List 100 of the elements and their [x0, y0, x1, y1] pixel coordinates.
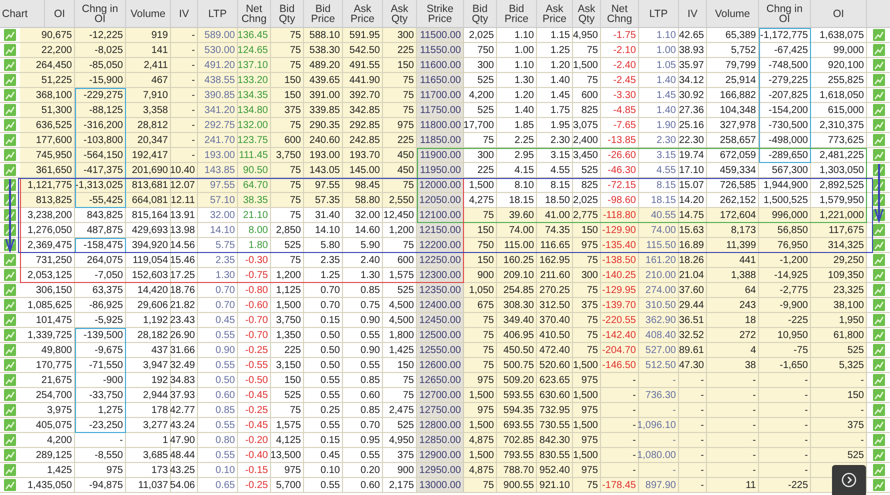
table-cell: 450 [383, 148, 417, 162]
table-cell: 31.66 [171, 343, 198, 357]
table-cell: 392.70 [343, 88, 383, 102]
table-cell: 341.20 [198, 103, 238, 117]
table-cell: 35.97 [679, 58, 707, 72]
table-cell: 439.65 [304, 73, 343, 87]
table-cell: 2,025 [573, 193, 601, 207]
table-cell: 375 [811, 418, 867, 432]
table-cell: 4,875 [464, 433, 497, 447]
table-cell: -8,025 [75, 43, 126, 57]
strike-price-cell: 11550.00 [417, 43, 464, 57]
table-cell: - [601, 373, 639, 387]
table-cell: 13.91 [171, 208, 198, 222]
table-cell: 172,604 [707, 208, 759, 222]
table-cell: 441.90 [343, 73, 383, 87]
table-cell: 21.04 [679, 268, 707, 282]
table-cell: 368,100 [20, 88, 75, 102]
table-cell: 43.25 [171, 463, 198, 477]
strike-price-cell: 12350.00 [417, 283, 464, 297]
table-cell: 23.43 [171, 313, 198, 327]
table-cell: 38.93 [679, 43, 707, 57]
table-cell: 664,081 [126, 193, 171, 207]
table-cell: 48.44 [171, 448, 198, 462]
table-cell: - [707, 433, 759, 447]
table-cell: 3,358 [126, 103, 171, 117]
table-cell: 225 [383, 133, 417, 147]
table-cell: 76,950 [759, 238, 811, 252]
table-cell: 254.85 [497, 283, 537, 297]
table-cell: 292.75 [198, 118, 238, 132]
table-cell: 47.90 [171, 433, 198, 447]
table-cell: 64 [707, 283, 759, 297]
table-cell: - [679, 388, 707, 402]
table-cell: - [601, 403, 639, 417]
strike-price-cell: 11700.00 [417, 88, 464, 102]
table-cell: 51,225 [20, 73, 75, 87]
table-cell: - [601, 433, 639, 447]
column-header: Ask Price [343, 0, 383, 27]
table-cell: 109,350 [811, 268, 867, 282]
table-cell: -142.40 [601, 328, 639, 342]
table-cell: -225 [759, 313, 811, 327]
table-cell: 21.82 [171, 298, 198, 312]
table-cell: 1,221,000 [811, 208, 867, 222]
table-cell: 736.30 [639, 388, 679, 402]
table-cell: 242.85 [343, 133, 383, 147]
table-cell: 1,050 [464, 283, 497, 297]
table-cell: 132.00 [238, 118, 271, 132]
table-cell: 26.90 [171, 328, 198, 342]
strike-price-cell: 11750.00 [417, 103, 464, 117]
strike-price-cell: 11900.00 [417, 148, 464, 162]
table-cell: 361,650 [20, 163, 75, 177]
table-cell: - [171, 73, 198, 87]
table-cell: 675 [464, 298, 497, 312]
table-cell: 13.98 [171, 223, 198, 237]
table-cell: 527.00 [639, 343, 679, 357]
table-cell: 243 [707, 298, 759, 312]
table-cell: -103,800 [75, 133, 126, 147]
table-cell: -1,200 [759, 253, 811, 267]
table-cell: 314,325 [811, 238, 867, 252]
table-cell: 3,450 [573, 148, 601, 162]
table-cell: 975 [383, 118, 417, 132]
table-cell: - [639, 403, 679, 417]
next-button[interactable] [832, 465, 866, 495]
strike-price-cell: 12850.00 [417, 433, 464, 447]
table-cell: 8,173 [707, 223, 759, 237]
table-cell: 75 [271, 178, 304, 192]
table-cell: - [171, 118, 198, 132]
table-cell: 813,825 [20, 193, 75, 207]
table-cell: 18 [707, 313, 759, 327]
column-header: Chart [0, 0, 45, 27]
chart-icon[interactable] [872, 239, 884, 251]
table-cell: -15,900 [75, 73, 126, 87]
table-cell: 13,500 [271, 448, 304, 462]
table-cell: 1,096.10 [639, 418, 679, 432]
table-cell: 29,250 [811, 253, 867, 267]
table-cell: 193.00 [198, 148, 238, 162]
table-cell: 58.80 [343, 193, 383, 207]
table-cell: 37.60 [679, 283, 707, 297]
strike-price-cell: 11600.00 [417, 58, 464, 72]
table-cell: 161.20 [639, 253, 679, 267]
table-cell: 61,800 [811, 328, 867, 342]
table-cell: -55,425 [75, 193, 126, 207]
column-header: IV [679, 0, 707, 27]
strike-price-cell: 11800.00 [417, 118, 464, 132]
table-cell: 75 [383, 73, 417, 87]
column-header: Chng in OI [759, 0, 811, 27]
table-cell: - [679, 463, 707, 477]
table-cell: - [601, 448, 639, 462]
chart-icon[interactable] [872, 224, 884, 236]
strike-price-cell: 12700.00 [417, 388, 464, 402]
table-cell: 4,950 [573, 28, 601, 42]
table-cell: 38 [707, 358, 759, 372]
table-cell: 310.50 [639, 298, 679, 312]
table-cell: 1,500 [573, 358, 601, 372]
table-cell: 75 [271, 43, 304, 57]
table-cell: - [679, 433, 707, 447]
column-header: Ask Price [537, 0, 573, 27]
table-cell: - [639, 433, 679, 447]
table-cell: -204.70 [601, 343, 639, 357]
table-cell: 813,681 [126, 178, 171, 192]
table-cell: 111.45 [238, 148, 271, 162]
